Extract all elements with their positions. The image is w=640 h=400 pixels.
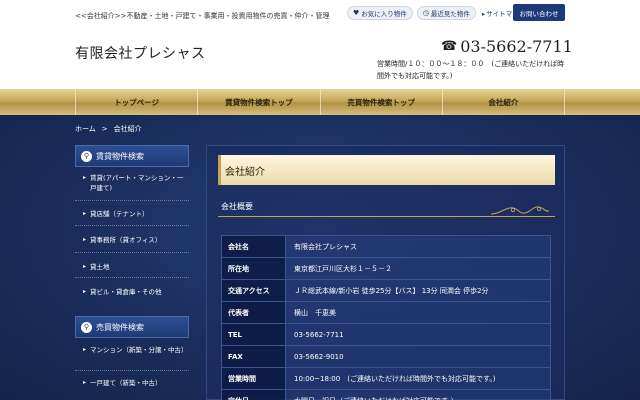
sidebar-item-rental-store[interactable]: ▸ 貸店舗（テナント） bbox=[75, 201, 189, 226]
table-row: 営業時間 10:00~18:00 (ご連絡いただければ時間外でも対応可能です。) bbox=[221, 367, 551, 390]
row-value: ＪＲ総武本線/新小岩 徒歩25分【バス】 13分 同潤会 停歩2分 bbox=[285, 279, 551, 302]
table-row: TEL 03-5662-7711 bbox=[221, 323, 551, 346]
phone-icon: ☎ bbox=[441, 39, 458, 54]
search-icon: ⚲ bbox=[81, 321, 92, 333]
breadcrumb-home[interactable]: ホーム bbox=[75, 125, 96, 133]
sidebar-rental-search: ⚲ 賃貸物件検索 ▸ 賃貸(アパート・マンション・一戸建て) ▸ 貸店舗（テナン… bbox=[75, 145, 189, 305]
breadcrumb-separator: > bbox=[101, 125, 108, 133]
row-value: 水曜日・祝日（ご連絡いただければ対応可能です。） bbox=[285, 389, 551, 400]
chevron-right-icon: ▸ bbox=[83, 236, 87, 243]
row-label: 代表者 bbox=[221, 301, 286, 324]
contact-button[interactable]: お問い合わせ bbox=[513, 4, 565, 21]
nav-item-rental-search[interactable]: 賃貸物件検索トップ bbox=[197, 89, 319, 115]
page-title: 会社紹介 bbox=[218, 155, 555, 185]
site-header: <<会社紹介>>不動産・土地・戸建て・事業用・投資用物件の売買・仲介・管理 有限… bbox=[0, 0, 640, 89]
row-value: 03-5662-9010 bbox=[285, 345, 551, 368]
favorites-button[interactable]: ♥ お気に入り物件 bbox=[347, 6, 413, 20]
row-value: 東京都江戸川区大杉１－５－２ bbox=[285, 257, 551, 280]
row-value: 有限会社プレシャス bbox=[285, 235, 551, 258]
row-value: 10:00~18:00 (ご連絡いただければ時間外でも対応可能です。) bbox=[285, 367, 551, 390]
breadcrumb-current: 会社紹介 bbox=[113, 125, 142, 133]
table-row: 所在地 東京都江戸川区大杉１－５－２ bbox=[221, 257, 551, 280]
chevron-right-icon: ▸ bbox=[83, 174, 87, 181]
row-value: 横山 千恵美 bbox=[285, 301, 551, 324]
breadcrumb: ホーム > 会社紹介 bbox=[75, 124, 142, 134]
sidebar-sale-heading[interactable]: ⚲ 売買物件検索 bbox=[75, 316, 189, 338]
sidebar-item-label: 賃貸(アパート・マンション・一戸建て) bbox=[90, 174, 184, 192]
header-utility-links: ♥ お気に入り物件 ◷ 最近見た物件 ▸サイトマップ bbox=[347, 6, 525, 20]
row-label: 定休日 bbox=[221, 389, 286, 400]
nav-item-top[interactable]: トップページ bbox=[75, 89, 197, 115]
sidebar-item-rental-office[interactable]: ▸ 貸事務所（貸オフィス） bbox=[75, 226, 189, 253]
favorites-label: お気に入り物件 bbox=[361, 10, 407, 18]
business-hours: 営業時間/１０：００〜１８：００ (ご連絡いただければ時間外でも対応可能です。) bbox=[377, 60, 565, 80]
sidebar-item-label: 一戸建て（新築・中古） bbox=[90, 379, 162, 387]
table-row: FAX 03-5662-9010 bbox=[221, 345, 551, 368]
row-label: 交通アクセス bbox=[221, 279, 286, 302]
row-label: 営業時間 bbox=[221, 367, 286, 390]
chevron-right-icon: ▸ bbox=[83, 379, 87, 386]
header-phone[interactable]: ☎ 03-5662-7711 bbox=[441, 37, 573, 56]
company-info-table: 会社名 有限会社プレシャス 所在地 東京都江戸川区大杉１－５－２ 交通アクセス … bbox=[221, 235, 551, 400]
row-value: 03-5662-7711 bbox=[285, 323, 551, 346]
row-label: 会社名 bbox=[221, 235, 286, 258]
heart-icon: ♥ bbox=[353, 9, 360, 17]
sidebar-rental-title: 賃貸物件検索 bbox=[96, 151, 144, 161]
row-label: 所在地 bbox=[221, 257, 286, 280]
flourish-ornament-icon bbox=[490, 206, 550, 215]
sidebar-sale-search: ⚲ 売買物件検索 ▸ マンション（新築・分譲・中古） ▸ 一戸建て（新築・中古） bbox=[75, 316, 189, 393]
sidebar-item-label: マンション（新築・分譲・中古） bbox=[90, 346, 188, 354]
nav-item-sale-search[interactable]: 売買物件検索トップ bbox=[319, 89, 442, 115]
header-tagline: <<会社紹介>>不動産・土地・戸建て・事業用・投資用物件の売買・仲介・管理 bbox=[75, 12, 330, 20]
section-title: 会社概要 bbox=[221, 202, 253, 211]
sidebar-item-rental-land[interactable]: ▸ 貸土地 bbox=[75, 253, 189, 278]
chevron-right-icon: ▸ bbox=[83, 288, 87, 295]
phone-number: 03-5662-7711 bbox=[460, 37, 573, 56]
search-icon: ⚲ bbox=[81, 150, 92, 162]
sidebar-item-label: 貸土地 bbox=[90, 263, 110, 271]
sidebar-item-label: 貸ビル・貸倉庫・その他 bbox=[90, 288, 162, 296]
row-label: TEL bbox=[221, 323, 286, 346]
sidebar-rental-heading[interactable]: ⚲ 賃貸物件検索 bbox=[75, 145, 189, 167]
sidebar-sale-title: 売買物件検索 bbox=[96, 322, 144, 332]
sidebar-item-rental-residential[interactable]: ▸ 賃貸(アパート・マンション・一戸建て) bbox=[75, 167, 189, 201]
recent-viewed-label: 最近見た物件 bbox=[430, 10, 470, 18]
sidebar-item-label: 貸店舗（テナント） bbox=[90, 210, 149, 218]
table-row: 定休日 水曜日・祝日（ご連絡いただければ対応可能です。） bbox=[221, 389, 551, 400]
global-nav: トップページ 賃貸物件検索トップ 売買物件検索トップ 会社紹介 bbox=[0, 89, 640, 115]
chevron-right-icon: ▸ bbox=[83, 346, 87, 353]
section-divider bbox=[218, 216, 555, 217]
row-label: FAX bbox=[221, 345, 286, 368]
sidebar-item-rental-other[interactable]: ▸ 貸ビル・貸倉庫・その他 bbox=[75, 278, 189, 305]
table-row: 代表者 横山 千恵美 bbox=[221, 301, 551, 324]
chevron-right-icon: ▸ bbox=[83, 263, 87, 270]
sidebar-item-label: 貸事務所（貸オフィス） bbox=[90, 236, 162, 244]
table-row: 会社名 有限会社プレシャス bbox=[221, 235, 551, 258]
company-logo-title[interactable]: 有限会社プレシャス bbox=[75, 43, 206, 63]
main-content: 会社紹介 会社概要 会社名 有限会社プレシャス 所在地 東京都江戸川区大杉１－５… bbox=[206, 145, 565, 400]
recent-viewed-button[interactable]: ◷ 最近見た物件 bbox=[416, 6, 476, 20]
clock-icon: ◷ bbox=[422, 9, 429, 17]
sidebar-item-sale-mansion[interactable]: ▸ マンション（新築・分譲・中古） bbox=[75, 338, 189, 371]
chevron-right-icon: ▸ bbox=[83, 210, 87, 217]
arrow-right-icon: ▸ bbox=[481, 10, 486, 18]
sidebar-item-sale-house[interactable]: ▸ 一戸建て（新築・中古） bbox=[75, 371, 189, 393]
table-row: 交通アクセス ＪＲ総武本線/新小岩 徒歩25分【バス】 13分 同潤会 停歩2分 bbox=[221, 279, 551, 302]
nav-item-company[interactable]: 会社紹介 bbox=[441, 89, 565, 115]
